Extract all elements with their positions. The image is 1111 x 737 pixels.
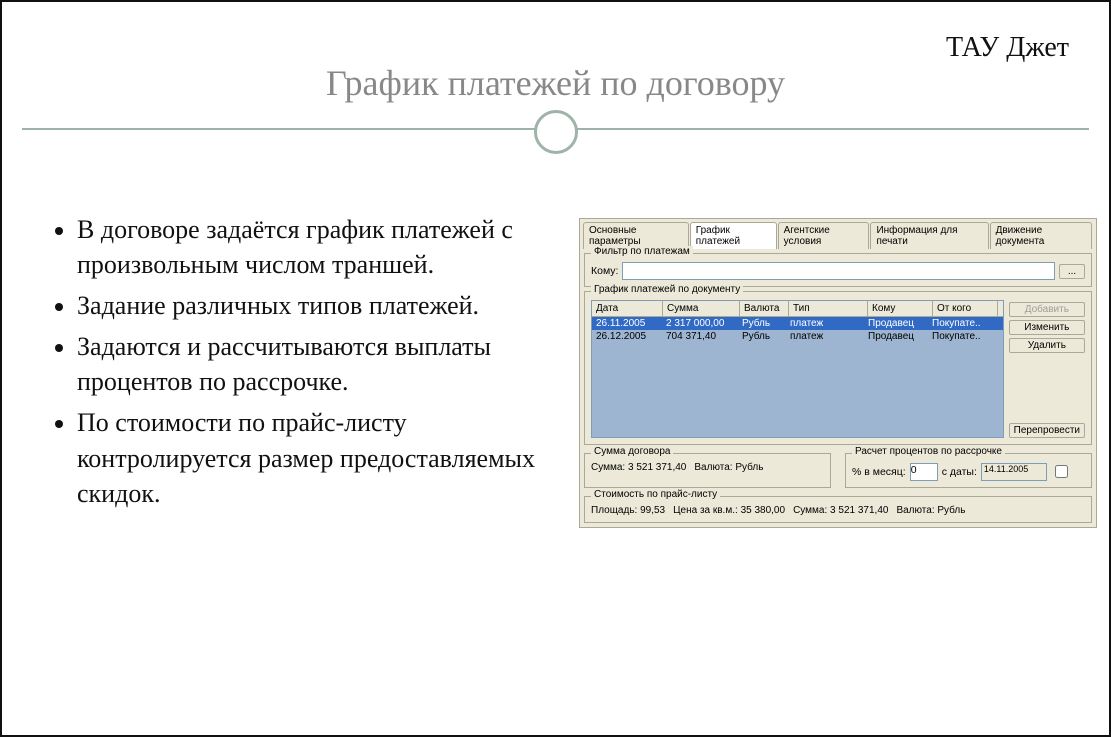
col-to[interactable]: Кому bbox=[868, 301, 933, 316]
filter-to-label: Кому: bbox=[591, 265, 618, 277]
group-filter: Фильтр по платежам Кому: ... bbox=[584, 253, 1092, 287]
edit-button[interactable]: Изменить bbox=[1009, 320, 1085, 335]
pct-from-date[interactable]: 14.11.2005 bbox=[981, 463, 1047, 481]
area-label: Площадь: 99,53 bbox=[591, 505, 665, 516]
group-schedule: График платежей по документу Дата Сумма … bbox=[584, 291, 1092, 445]
tab-print[interactable]: Информация для печати bbox=[870, 222, 988, 249]
price-per-sqm-label: Цена за кв.м.: 35 380,00 bbox=[673, 505, 785, 516]
table-header: Дата Сумма Валюта Тип Кому От кого bbox=[592, 301, 1003, 317]
repost-button[interactable]: Перепровести bbox=[1009, 423, 1085, 438]
tab-schedule[interactable]: График платежей bbox=[690, 222, 777, 249]
col-from[interactable]: От кого bbox=[933, 301, 998, 316]
add-button[interactable]: Добавить bbox=[1009, 302, 1085, 317]
contract-sum-label: Сумма: 3 521 371,40 bbox=[591, 462, 686, 473]
slide: ТАУ Джет График платежей по договору В д… bbox=[0, 0, 1111, 737]
total-sum-label: Сумма: 3 521 371,40 bbox=[793, 505, 888, 516]
group-schedule-legend: График платежей по документу bbox=[591, 284, 743, 295]
tab-strip: Основные параметры График платежей Агент… bbox=[580, 219, 1096, 249]
price-currency-label: Валюта: Рубль bbox=[896, 505, 965, 516]
tab-agents[interactable]: Агентские условия bbox=[778, 222, 870, 249]
tab-movement[interactable]: Движение документа bbox=[990, 222, 1092, 249]
table-row[interactable]: 26.12.2005 704 371,40 Рубль платеж Прода… bbox=[592, 330, 1003, 343]
title-ornament-icon bbox=[534, 110, 578, 154]
pct-checkbox[interactable] bbox=[1055, 465, 1068, 478]
col-sum[interactable]: Сумма bbox=[663, 301, 740, 316]
app-window: Основные параметры График платежей Агент… bbox=[579, 218, 1097, 528]
col-date[interactable]: Дата bbox=[592, 301, 663, 316]
bullet-list: В договоре задаётся график платежей с пр… bbox=[47, 212, 547, 517]
col-currency[interactable]: Валюта bbox=[740, 301, 789, 316]
delete-button[interactable]: Удалить bbox=[1009, 338, 1085, 353]
group-contract-sum-legend: Сумма договора bbox=[591, 446, 673, 457]
brand: ТАУ Джет bbox=[946, 32, 1069, 64]
bullet-4: По стоимости по прайс-листу контролирует… bbox=[77, 405, 547, 510]
col-type[interactable]: Тип bbox=[789, 301, 868, 316]
pct-month-label: % в месяц: bbox=[852, 466, 906, 478]
table-row[interactable]: 26.11.2005 2 317 000,00 Рубль платеж Про… bbox=[592, 317, 1003, 330]
payments-table[interactable]: Дата Сумма Валюта Тип Кому От кого 26.11… bbox=[591, 300, 1004, 438]
contract-currency-label: Валюта: Рубль bbox=[694, 462, 763, 473]
group-interest: Расчет процентов по рассрочке % в месяц:… bbox=[845, 453, 1092, 488]
filter-browse-button[interactable]: ... bbox=[1059, 264, 1085, 279]
tab-basic[interactable]: Основные параметры bbox=[583, 222, 689, 249]
group-interest-legend: Расчет процентов по рассрочке bbox=[852, 446, 1005, 457]
bullet-1: В договоре задаётся график платежей с пр… bbox=[77, 212, 547, 282]
group-contract-sum: Сумма договора Сумма: 3 521 371,40 Валют… bbox=[584, 453, 831, 488]
slide-title: График платежей по договору bbox=[2, 62, 1109, 104]
group-filter-legend: Фильтр по платежам bbox=[591, 246, 693, 257]
table-body: 26.11.2005 2 317 000,00 Рубль платеж Про… bbox=[592, 317, 1003, 437]
group-pricelist-legend: Стоимость по прайс-листу bbox=[591, 489, 720, 500]
filter-to-input[interactable] bbox=[622, 262, 1055, 280]
bullet-3: Задаются и рассчитываются выплаты процен… bbox=[77, 329, 547, 399]
bullet-2: Задание различных типов платежей. bbox=[77, 288, 547, 323]
pct-month-input[interactable]: 0 bbox=[910, 463, 938, 481]
group-pricelist: Стоимость по прайс-листу Площадь: 99,53 … bbox=[584, 496, 1092, 523]
pct-from-label: с даты: bbox=[942, 466, 977, 478]
